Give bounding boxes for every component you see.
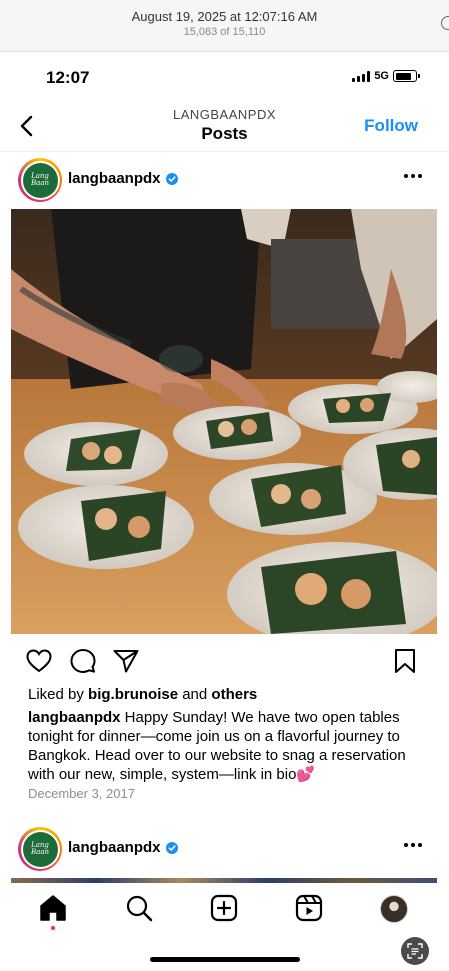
post-username[interactable]: langbaanpdx [68, 170, 161, 187]
verified-badge-icon [165, 841, 178, 854]
liked-by-user[interactable]: big.brunoise [88, 686, 178, 703]
create-icon[interactable] [209, 893, 239, 923]
more-options-icon[interactable] [404, 843, 422, 847]
post-username[interactable]: langbaanpdx [68, 839, 161, 856]
post-header: Lang Baan langbaanpdx [0, 157, 449, 203]
avatar[interactable]: Lang Baan [18, 158, 62, 202]
home-indicator [150, 957, 300, 962]
heart-icon[interactable] [25, 647, 53, 675]
text-scan-icon[interactable] [401, 937, 429, 965]
avatar[interactable]: Lang Baan [18, 827, 62, 871]
search-icon[interactable] [124, 893, 154, 923]
liked-by-others[interactable]: others [211, 686, 257, 703]
follow-button[interactable]: Follow [364, 116, 418, 136]
profile-avatar[interactable] [380, 895, 408, 923]
post-username-row[interactable]: langbaanpdx [68, 839, 178, 856]
brand-logo-icon: Lang Baan [22, 831, 58, 867]
network-label: 5G [374, 70, 389, 82]
verified-badge-icon [165, 172, 178, 185]
more-options-icon[interactable] [404, 174, 422, 178]
viewer-bar: August 19, 2025 at 12:07:16 AM 15,083 of… [0, 0, 449, 52]
viewer-title: August 19, 2025 at 12:07:16 AM [131, 9, 318, 24]
post-username-row[interactable]: langbaanpdx [68, 170, 178, 187]
status-indicators: 5G [352, 70, 420, 82]
signal-icon [352, 70, 371, 82]
liked-by-text: Liked by big.brunoise and others [28, 686, 258, 703]
battery-icon [393, 70, 420, 82]
search-icon[interactable] [441, 16, 449, 30]
home-icon[interactable] [38, 893, 68, 923]
brand-logo-icon: Lang Baan [22, 162, 58, 198]
next-post-header: Lang Baan langbaanpdx [0, 826, 449, 872]
share-icon[interactable] [112, 647, 140, 675]
post-photo[interactable] [11, 209, 437, 634]
status-time: 12:07 [46, 68, 90, 87]
comment-icon[interactable] [69, 647, 97, 675]
post-actions [0, 645, 449, 677]
caption-username[interactable]: langbaanpdx [28, 709, 121, 726]
app-header: LANGBAANPDX Posts Follow [0, 100, 449, 152]
viewer-counter: 15,083 of 15,110 [183, 26, 266, 38]
post-caption: langbaanpdx Happy Sunday! We have two op… [28, 708, 424, 784]
notification-dot [51, 926, 55, 930]
bookmark-icon[interactable] [391, 647, 419, 675]
reels-icon[interactable] [294, 893, 324, 923]
post-date: December 3, 2017 [28, 786, 135, 801]
